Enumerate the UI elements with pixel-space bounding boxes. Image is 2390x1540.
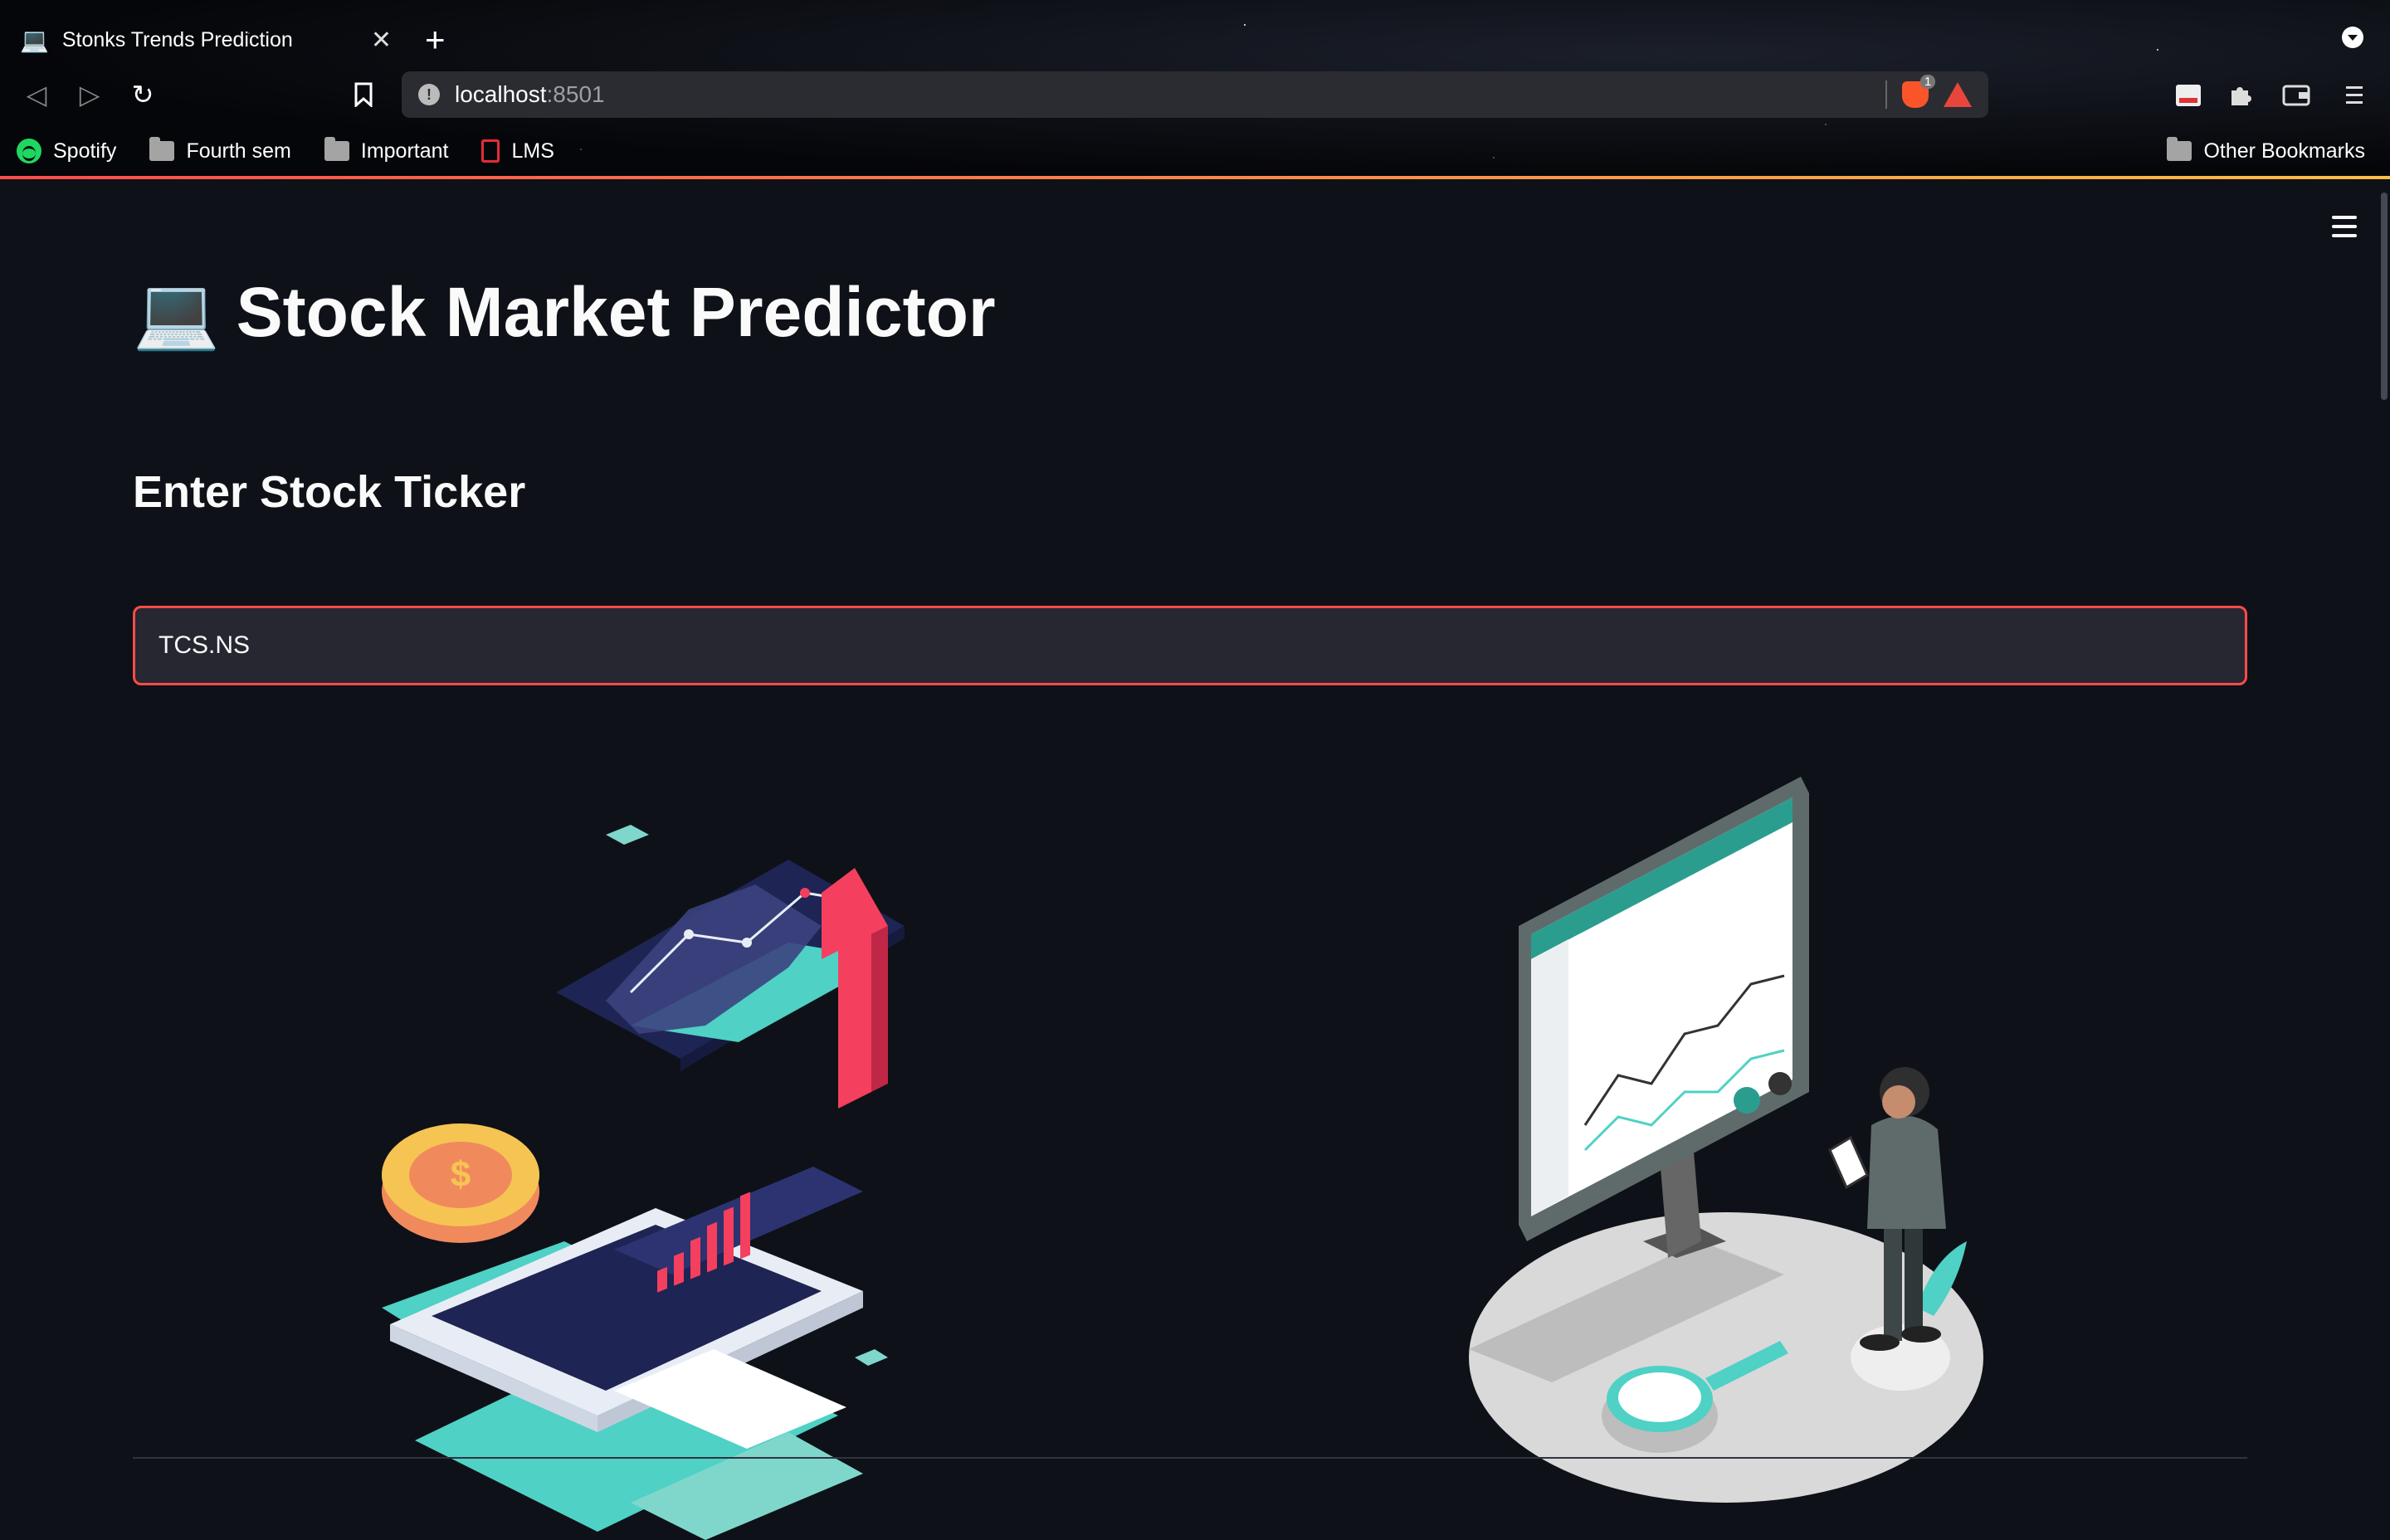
- bookmark-spotify[interactable]: Spotify: [17, 139, 116, 163]
- site-info-icon[interactable]: !: [418, 84, 440, 105]
- spotify-icon: [17, 139, 41, 163]
- bookmark-lms[interactable]: LMS: [481, 139, 554, 163]
- new-tab-button[interactable]: +: [425, 15, 446, 65]
- other-bookmarks-label: Other Bookmarks: [2203, 139, 2365, 163]
- reload-button[interactable]: ↻: [123, 75, 163, 115]
- other-bookmarks[interactable]: Other Bookmarks: [2167, 133, 2365, 169]
- laptop-favicon-icon: 💻: [20, 27, 49, 53]
- url-host: localhost: [455, 81, 547, 107]
- tab-title: Stonks Trends Prediction: [61, 27, 293, 51]
- forward-button[interactable]: ▷: [70, 75, 110, 115]
- url-port: :8501: [546, 81, 605, 107]
- app-menu-icon[interactable]: [2332, 216, 2357, 237]
- extension-icon[interactable]: [2171, 78, 2206, 113]
- lms-icon: [481, 139, 500, 163]
- shields-count-badge: 1: [1920, 75, 1936, 89]
- svg-text:$: $: [451, 1154, 471, 1195]
- bookmark-label: LMS: [511, 139, 554, 163]
- page-title-text: Stock Market Predictor: [236, 273, 996, 351]
- browser-chrome: 💻 Stonks Trends Prediction ✕ + ◁ ▷ ↻ ! l…: [0, 0, 2390, 179]
- stock-phone-illustration: $: [382, 825, 905, 1540]
- browser-menu-icon[interactable]: [2337, 78, 2372, 113]
- wallet-icon[interactable]: [2279, 78, 2314, 113]
- bookmark-label: Fourth sem: [186, 139, 291, 163]
- bookmark-important[interactable]: Important: [324, 137, 449, 163]
- scrollbar[interactable]: [2377, 179, 2390, 1494]
- stock-ticker-input[interactable]: [133, 606, 2247, 685]
- address-bar[interactable]: ! localhost :8501 1: [402, 71, 1988, 118]
- brave-shields-icon[interactable]: 1: [1902, 75, 1936, 108]
- bookmark-label: Important: [360, 139, 449, 163]
- folder-icon: [2167, 137, 2192, 161]
- ticker-subheader: Enter Stock Ticker: [133, 467, 526, 517]
- folder-icon: [149, 137, 175, 161]
- bookmarks-bar: Spotify Fourth sem Important LMS: [17, 133, 554, 169]
- brave-rewards-icon[interactable]: [1944, 82, 1972, 107]
- bookmark-icon[interactable]: [344, 75, 383, 115]
- page-title: 💻 Stock Market Predictor: [133, 272, 996, 353]
- puzzle-extensions-icon[interactable]: [2222, 78, 2257, 113]
- laptop-icon: 💻: [133, 273, 220, 352]
- profile-dropdown-icon[interactable]: [2335, 20, 2370, 55]
- url-separator: [1885, 80, 1887, 109]
- app-main: 💻 Stock Market Predictor Enter Stock Tic…: [0, 179, 2390, 1540]
- section-divider: [133, 1457, 2247, 1459]
- data-analyst-illustration: [1469, 777, 1983, 1503]
- bookmark-label: Spotify: [53, 139, 117, 163]
- back-button[interactable]: ◁: [17, 75, 56, 115]
- scrollbar-thumb[interactable]: [2381, 192, 2388, 400]
- close-tab-icon[interactable]: ✕: [371, 26, 392, 55]
- bookmark-fourth-sem[interactable]: Fourth sem: [149, 137, 291, 163]
- browser-tab[interactable]: 💻 Stonks Trends Prediction ✕: [7, 8, 405, 71]
- folder-icon: [324, 137, 349, 161]
